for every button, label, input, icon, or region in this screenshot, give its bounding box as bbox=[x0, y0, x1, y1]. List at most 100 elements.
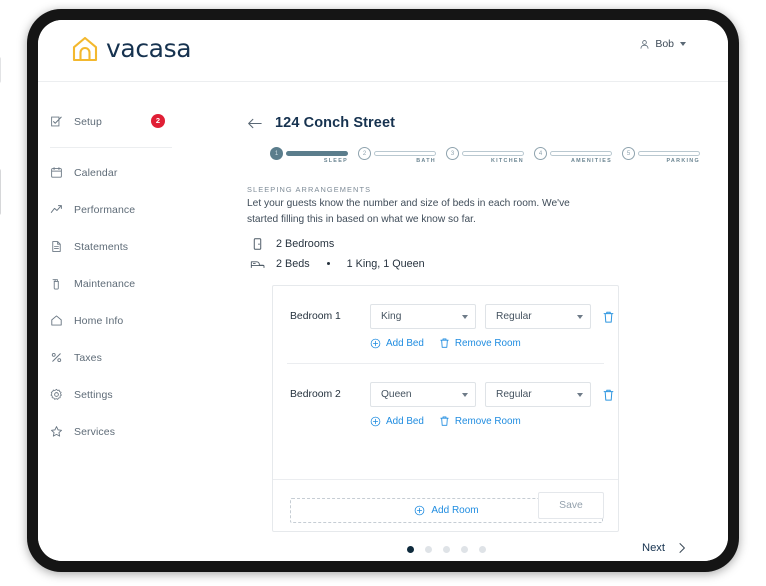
room-name: Bedroom 2 bbox=[290, 389, 341, 400]
sidebar-item-statements[interactable]: Statements bbox=[38, 234, 200, 259]
summary-text-beds: 2 Beds bbox=[276, 258, 310, 270]
section-description: Let your guests know the number and size… bbox=[247, 198, 570, 225]
trash-icon bbox=[440, 416, 449, 426]
bed-size-select[interactable]: Queen bbox=[370, 382, 476, 407]
sidebar-item-services[interactable]: Services bbox=[38, 419, 200, 444]
chevron-down-icon bbox=[577, 392, 583, 397]
progress-stepper: 1 SLEEP 2 BATH 3 KITCHEN 4 AMENITIES 5 P… bbox=[270, 147, 710, 164]
document-icon bbox=[52, 241, 61, 252]
summary-text-bed-detail: 1 King, 1 Queen bbox=[346, 258, 425, 270]
save-button[interactable]: Save bbox=[538, 492, 604, 519]
section-eyebrow: SLEEPING ARRANGEMENTS bbox=[247, 185, 372, 194]
page-header: 124 Conch Street bbox=[247, 115, 395, 131]
summary-bedrooms: 2 Bedrooms bbox=[250, 237, 334, 251]
room-block: Bedroom 2 Queen Regular Add Bed Remove R… bbox=[273, 364, 618, 427]
sidebar-item-label: Statements bbox=[74, 240, 129, 253]
sidebar-item-label: Taxes bbox=[74, 351, 102, 364]
pagination-dot[interactable] bbox=[443, 546, 450, 553]
pagination-dot[interactable] bbox=[461, 546, 468, 553]
add-bed-button[interactable]: Add Bed bbox=[370, 416, 424, 427]
sidebar-item-taxes[interactable]: Taxes bbox=[38, 345, 200, 370]
chevron-right-icon bbox=[679, 543, 685, 553]
sidebar-item-label: Home Info bbox=[74, 314, 124, 327]
chevron-down-icon bbox=[680, 42, 686, 46]
top-bar: vacasa Bob bbox=[38, 20, 728, 82]
user-menu[interactable]: Bob bbox=[639, 38, 686, 50]
page-title: 124 Conch Street bbox=[275, 115, 396, 131]
add-bed-label: Add Bed bbox=[386, 337, 424, 349]
sidebar-item-performance[interactable]: Performance bbox=[38, 197, 200, 222]
summary-text: 2 Bedrooms bbox=[276, 238, 335, 250]
step-kitchen[interactable]: 3 KITCHEN bbox=[446, 147, 534, 164]
sidebar-item-settings[interactable]: Settings bbox=[38, 382, 200, 407]
bed-size-value: King bbox=[381, 311, 402, 322]
arrow-left-icon[interactable] bbox=[247, 117, 262, 130]
step-number: 5 bbox=[622, 147, 635, 160]
remove-room-button[interactable]: Remove Room bbox=[439, 337, 521, 349]
add-bed-button[interactable]: Add Bed bbox=[370, 338, 424, 349]
plus-circle-icon bbox=[370, 416, 381, 426]
bed-icon bbox=[250, 261, 265, 268]
user-name: Bob bbox=[655, 38, 674, 50]
room-actions: Add Bed Remove Room bbox=[273, 415, 618, 427]
remove-room-label: Remove Room bbox=[454, 337, 521, 349]
chevron-down-icon bbox=[462, 392, 468, 397]
calendar-icon bbox=[51, 167, 62, 178]
house-icon bbox=[72, 36, 98, 61]
step-amenities[interactable]: 4 AMENITIES bbox=[534, 147, 622, 164]
trash-icon[interactable] bbox=[602, 388, 615, 402]
rooms-card: Bedroom 1 King Regular Add Bed Remove Ro… bbox=[272, 285, 619, 532]
step-number: 3 bbox=[446, 147, 459, 160]
main-content: 124 Conch Street 1 SLEEP 2 BATH 3 KITCHE bbox=[200, 82, 728, 561]
tablet-device-frame: vacasa Bob Setup 2 Calendar Performance … bbox=[0, 9, 739, 572]
sidebar-item-label: Maintenance bbox=[74, 277, 136, 290]
checklist-icon bbox=[51, 116, 62, 127]
sidebar-item-setup[interactable]: Setup 2 bbox=[38, 109, 200, 134]
pagination-dot[interactable] bbox=[479, 546, 486, 553]
sidebar-item-label: Calendar bbox=[74, 166, 118, 179]
plus-circle-icon bbox=[370, 338, 381, 348]
sidebar-nav-list: Calendar Performance Statements Maintena… bbox=[38, 160, 200, 444]
step-bar bbox=[550, 151, 612, 156]
step-label: SLEEP bbox=[323, 158, 348, 164]
trash-icon[interactable] bbox=[602, 310, 615, 324]
bed-size-select[interactable]: King bbox=[370, 304, 476, 329]
bed-type-value: Regular bbox=[496, 389, 532, 400]
step-parking[interactable]: 5 PARKING bbox=[622, 147, 710, 164]
tablet-screen: vacasa Bob Setup 2 Calendar Performance … bbox=[38, 20, 728, 561]
remove-room-button[interactable]: Remove Room bbox=[439, 415, 521, 427]
step-sleep[interactable]: 1 SLEEP bbox=[270, 147, 358, 164]
step-number: 4 bbox=[534, 147, 547, 160]
room-name: Bedroom 1 bbox=[290, 311, 341, 322]
bed-size-value: Queen bbox=[381, 389, 412, 400]
step-bar bbox=[374, 151, 436, 156]
step-label: KITCHEN bbox=[490, 158, 524, 164]
trending-up-icon bbox=[50, 205, 62, 213]
spray-bottle-icon bbox=[52, 279, 59, 290]
brand-logo[interactable]: vacasa bbox=[71, 34, 192, 63]
brand-name: vacasa bbox=[106, 34, 192, 63]
card-footer: Save bbox=[273, 479, 618, 531]
sidebar-item-label: Services bbox=[74, 425, 116, 438]
pagination-dots bbox=[407, 546, 486, 553]
sidebar-item-home-info[interactable]: Home Info bbox=[38, 308, 200, 333]
step-number: 2 bbox=[358, 147, 371, 160]
sidebar-item-calendar[interactable]: Calendar bbox=[38, 160, 200, 185]
bed-type-value: Regular bbox=[496, 311, 532, 322]
room-row: Bedroom 2 Queen Regular bbox=[273, 364, 618, 407]
next-button[interactable]: Next bbox=[642, 542, 686, 554]
status-badge: 2 bbox=[151, 114, 165, 128]
step-bath[interactable]: 2 BATH bbox=[358, 147, 446, 164]
sidebar-item-maintenance[interactable]: Maintenance bbox=[38, 271, 200, 296]
pagination-dot[interactable] bbox=[425, 546, 432, 553]
bed-type-select[interactable]: Regular bbox=[485, 304, 591, 329]
room-row: Bedroom 1 King Regular bbox=[273, 286, 618, 329]
star-icon bbox=[51, 426, 62, 437]
step-label: AMENITIES bbox=[570, 158, 612, 164]
bed-type-select[interactable]: Regular bbox=[485, 382, 591, 407]
pagination-dot[interactable] bbox=[407, 546, 414, 553]
gear-icon bbox=[50, 388, 62, 400]
step-label: PARKING bbox=[666, 158, 700, 164]
step-label: BATH bbox=[416, 158, 436, 164]
home-icon bbox=[51, 315, 62, 326]
